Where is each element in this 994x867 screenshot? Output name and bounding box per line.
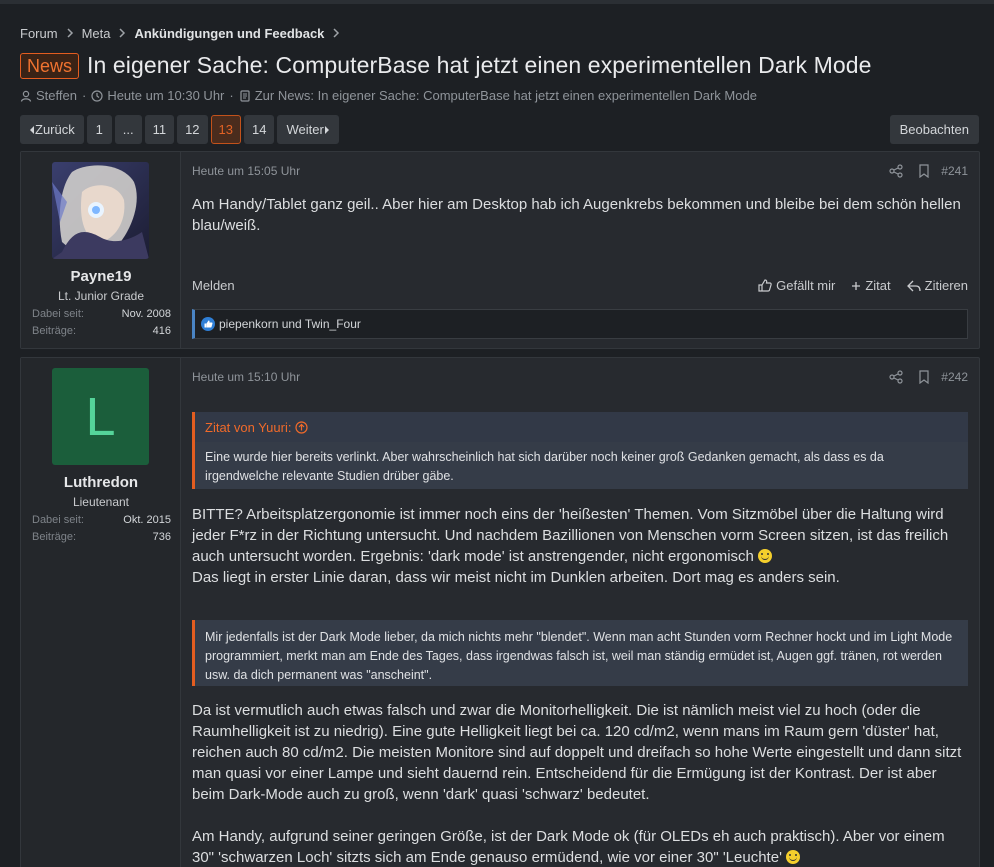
pagination: Zurück 1 ... 11 12 13 14 Weiter <box>20 115 342 144</box>
stat-joined-value: Okt. 2015 <box>123 514 171 526</box>
avatar[interactable] <box>52 162 149 259</box>
reactions-bar[interactable]: piepenkorn und Twin_Four <box>192 309 968 339</box>
thread-title-row: News In eigener Sache: ComputerBase hat … <box>20 52 872 79</box>
reactions-users[interactable]: piepenkorn und Twin_Four <box>219 317 361 331</box>
post-paragraph-3: Da ist vermutlich auch etwas falsch und … <box>192 702 962 803</box>
prev-page-button[interactable]: Zurück <box>20 115 84 144</box>
avatar-initial: L <box>85 386 116 447</box>
plus-icon <box>852 281 861 290</box>
post-footer-actions: Gefällt mir Zitat Zitieren <box>742 278 968 293</box>
next-page-button[interactable]: Weiter <box>277 115 339 144</box>
stat-joined-label: Dabei seit: <box>32 514 84 526</box>
report-link[interactable]: Melden <box>192 278 235 293</box>
stat-posts-value: 416 <box>152 325 171 337</box>
post-body: Heute um 15:10 Uhr #242 Zitat von Yuuri:… <box>192 358 968 867</box>
meta-separator: · <box>229 88 234 103</box>
thread-date[interactable]: Heute um 10:30 Uhr <box>107 88 224 103</box>
post-242: L Luthredon Lieutenant Dabei seit: Okt. … <box>20 357 980 867</box>
stat-joined-value: Nov. 2008 <box>121 308 171 320</box>
stat-posts-value: 736 <box>152 531 171 543</box>
page-14[interactable]: 14 <box>244 115 275 144</box>
stat-posts-label: Beiträge: <box>32 325 77 337</box>
page-1[interactable]: 1 <box>86 115 112 144</box>
username[interactable]: Luthredon <box>21 474 181 491</box>
caret-right-icon <box>324 125 329 134</box>
reply-button[interactable]: Zitieren <box>906 278 968 293</box>
clock-icon <box>91 89 103 102</box>
post-user-panel: L Luthredon Lieutenant Dabei seit: Okt. … <box>21 358 181 867</box>
thread-meta: Steffen · Heute um 10:30 Uhr · Zur News:… <box>20 88 757 103</box>
share-icon[interactable] <box>889 164 903 178</box>
quote-block: Zitat von Yuuri: Eine wurde hier bereits… <box>192 412 968 489</box>
breadcrumb: Forum Meta Ankündigungen und Feedback <box>20 26 348 41</box>
post-number[interactable]: #242 <box>941 370 968 384</box>
news-link[interactable]: Zur News: In eigener Sache: ComputerBase… <box>255 88 757 103</box>
post-actions: #242 <box>875 370 968 384</box>
username[interactable]: Payne19 <box>21 268 181 285</box>
next-page-label: Weiter <box>286 122 324 137</box>
reply-icon <box>906 280 921 291</box>
post-actions: #241 <box>875 164 968 178</box>
prev-page-label: Zurück <box>35 122 75 137</box>
post-time[interactable]: Heute um 15:05 Uhr <box>192 164 300 178</box>
arrow-up-circle-icon[interactable] <box>295 420 309 434</box>
smiley-icon <box>758 549 773 563</box>
top-strip <box>0 0 994 4</box>
page-title: In eigener Sache: ComputerBase hat jetzt… <box>87 52 872 78</box>
post-paragraph-1: BITTE? Arbeitsplatzergonomie ist immer n… <box>192 504 968 588</box>
multiquote-label: Zitat <box>865 278 891 293</box>
chevron-right-icon <box>118 27 126 41</box>
breadcrumb-meta[interactable]: Meta <box>82 26 111 41</box>
avatar[interactable]: L <box>52 368 149 465</box>
quote-author: Zitat von Yuuri: <box>205 419 292 435</box>
reply-label: Zitieren <box>924 278 968 293</box>
multiquote-button[interactable]: Zitat <box>851 278 891 293</box>
post-user-panel: Payne19 Lt. Junior Grade Dabei seit: Nov… <box>21 152 181 348</box>
watch-button[interactable]: Beobachten <box>889 115 979 144</box>
page-13-current[interactable]: 13 <box>210 115 242 144</box>
breadcrumb-forum[interactable]: Forum <box>20 26 58 41</box>
post-241: Payne19 Lt. Junior Grade Dabei seit: Nov… <box>20 151 980 349</box>
post-number[interactable]: #241 <box>941 164 968 178</box>
breadcrumb-announcements[interactable]: Ankündigungen und Feedback <box>134 26 324 41</box>
stat-posts: Beiträge: 416 <box>32 325 171 337</box>
paragraph-1-text: BITTE? Arbeitsplatzergonomie ist immer n… <box>192 506 949 565</box>
stat-joined: Dabei seit: Okt. 2015 <box>32 514 171 526</box>
stat-posts: Beiträge: 736 <box>32 531 171 543</box>
paragraph-2-text: Das liegt in erster Linie daran, dass wi… <box>192 569 840 586</box>
thumbs-up-icon <box>758 279 772 292</box>
smiley-icon <box>786 850 801 864</box>
quote-header[interactable]: Zitat von Yuuri: <box>195 412 968 442</box>
user-icon <box>20 90 32 102</box>
page-12[interactable]: 12 <box>177 115 208 144</box>
stat-joined-label: Dabei seit: <box>32 308 84 320</box>
user-title: Lieutenant <box>72 495 130 509</box>
thread-author[interactable]: Steffen <box>36 88 77 103</box>
post-paragraph-4: Am Handy, aufgrund seiner geringen Größe… <box>192 826 968 867</box>
quote-text: Eine wurde hier bereits verlinkt. Aber w… <box>205 450 884 483</box>
chevron-right-icon <box>332 27 340 41</box>
bookmark-icon[interactable] <box>917 164 931 178</box>
stat-posts-label: Beiträge: <box>32 531 77 543</box>
quote-text: Mir jedenfalls ist der Dark Mode lieber,… <box>205 630 953 682</box>
page-ellipsis[interactable]: ... <box>114 115 142 144</box>
paragraph-4-text: Am Handy, aufgrund seiner geringen Größe… <box>192 828 945 866</box>
like-reaction-icon <box>201 317 215 331</box>
like-button[interactable]: Gefällt mir <box>758 278 835 293</box>
post-body: Heute um 15:05 Uhr #241 Am Handy/Tablet … <box>192 152 968 348</box>
document-icon <box>240 89 250 102</box>
post-time[interactable]: Heute um 15:10 Uhr <box>192 370 300 384</box>
like-label: Gefällt mir <box>776 278 836 293</box>
stat-joined: Dabei seit: Nov. 2008 <box>32 308 171 320</box>
bookmark-icon[interactable] <box>917 370 931 384</box>
meta-separator: · <box>81 88 87 103</box>
page-11[interactable]: 11 <box>144 115 175 144</box>
post-message: Am Handy/Tablet ganz geil.. Aber hier am… <box>192 196 961 234</box>
news-prefix-badge[interactable]: News <box>20 52 80 79</box>
share-icon[interactable] <box>889 370 903 384</box>
user-title: Lt. Junior Grade <box>57 289 145 303</box>
quote-block: Mir jedenfalls ist der Dark Mode lieber,… <box>192 620 968 686</box>
chevron-right-icon <box>66 27 74 41</box>
